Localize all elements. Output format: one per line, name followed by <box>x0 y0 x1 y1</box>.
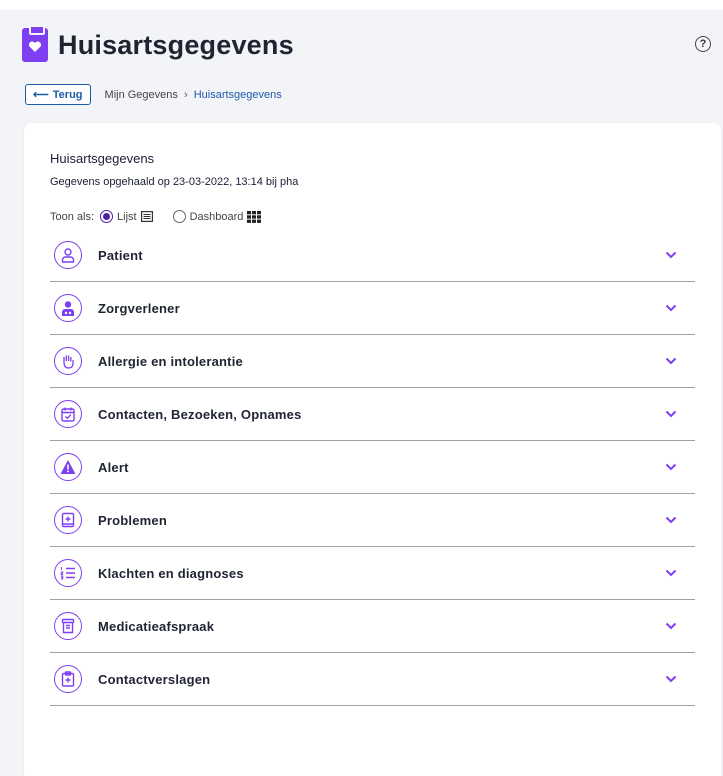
section-row-problemen[interactable]: Problemen <box>50 494 695 547</box>
calendar-check-icon <box>54 400 82 428</box>
section-label: Contacten, Bezoeken, Opnames <box>98 406 302 422</box>
page: Huisartsgegevens ? ⟵ Terug Mijn Gegevens… <box>0 0 723 776</box>
view-option-dashboard-label: Dashboard <box>189 210 244 223</box>
chevron-down-icon[interactable] <box>665 516 677 524</box>
breadcrumb: ⟵ Terug Mijn Gegevens › Huisartsgegevens <box>25 84 282 105</box>
section-label: Klachten en diagnoses <box>98 565 244 581</box>
section-label: Patient <box>98 247 143 263</box>
chevron-down-icon[interactable] <box>665 251 677 259</box>
view-option-dashboard[interactable]: Dashboard <box>172 210 262 223</box>
medicine-jar-icon <box>54 612 82 640</box>
clipboard-heart-icon <box>22 25 48 62</box>
section-label: Contactverslagen <box>98 671 211 687</box>
medical-clipboard-icon <box>54 665 82 693</box>
card-subtitle: Gegevens opgehaald op 23-03-2022, 13:14 … <box>50 176 299 188</box>
chevron-down-icon[interactable] <box>665 357 677 365</box>
section-row-zorgverlener[interactable]: Zorgverlener <box>50 282 695 335</box>
section-row-allergie[interactable]: Allergie en intolerantie <box>50 335 695 388</box>
radio-selected[interactable] <box>100 210 114 223</box>
back-button[interactable]: ⟵ Terug <box>25 84 91 105</box>
section-row-contacten[interactable]: Contacten, Bezoeken, Opnames <box>50 388 695 441</box>
section-row-contactverslagen[interactable]: Contactverslagen <box>50 653 695 706</box>
chevron-down-icon[interactable] <box>665 622 677 630</box>
doctor-icon <box>54 294 82 322</box>
chevron-down-icon[interactable] <box>665 569 677 577</box>
grid-icon <box>247 210 262 223</box>
card-title: Huisartsgegevens <box>50 151 155 166</box>
section-label: Alert <box>98 459 129 475</box>
section-row-medicatie[interactable]: Medicatieafspraak <box>50 600 695 653</box>
chevron-down-icon[interactable] <box>665 675 677 683</box>
medical-book-icon <box>54 506 82 534</box>
breadcrumb-separator: › <box>183 88 188 101</box>
section-label: Problemen <box>98 512 167 528</box>
chevron-down-icon[interactable] <box>665 304 677 312</box>
chevron-down-icon[interactable] <box>665 410 677 418</box>
back-button-label: Terug <box>52 88 83 101</box>
section-label: Medicatieafspraak <box>98 618 215 634</box>
arrow-left-icon: ⟵ <box>33 89 49 101</box>
list-icon <box>140 211 153 222</box>
content-card: Huisartsgegevens Gegevens opgehaald op 2… <box>24 123 721 776</box>
section-row-patient[interactable]: Patient <box>50 229 695 282</box>
section-label: Allergie en intolerantie <box>98 353 243 369</box>
numbered-list-icon <box>54 559 82 587</box>
hand-icon <box>54 347 82 375</box>
breadcrumb-root[interactable]: Mijn Gegevens <box>105 89 178 101</box>
page-header: Huisartsgegevens <box>22 25 294 62</box>
breadcrumb-current: Huisartsgegevens <box>193 88 282 101</box>
radio-unselected[interactable] <box>172 210 186 223</box>
chevron-down-icon[interactable] <box>665 463 677 471</box>
section-row-alert[interactable]: Alert <box>50 441 695 494</box>
section-row-klachten[interactable]: Klachten en diagnoses <box>50 547 695 600</box>
warning-icon <box>54 453 82 481</box>
person-icon <box>54 241 82 269</box>
view-option-list[interactable]: Lijst <box>100 210 153 223</box>
view-toggle-label: Toon als: <box>50 210 95 223</box>
top-bar <box>0 0 723 10</box>
section-list: Patient Zorgverlener Allergie en intoler… <box>50 229 695 706</box>
section-label: Zorgverlener <box>98 300 180 316</box>
page-title: Huisartsgegevens <box>58 29 294 60</box>
view-toggle: Toon als: Lijst Dashboard <box>50 210 695 223</box>
help-icon[interactable]: ? <box>695 36 711 52</box>
view-option-list-label: Lijst <box>117 210 137 223</box>
